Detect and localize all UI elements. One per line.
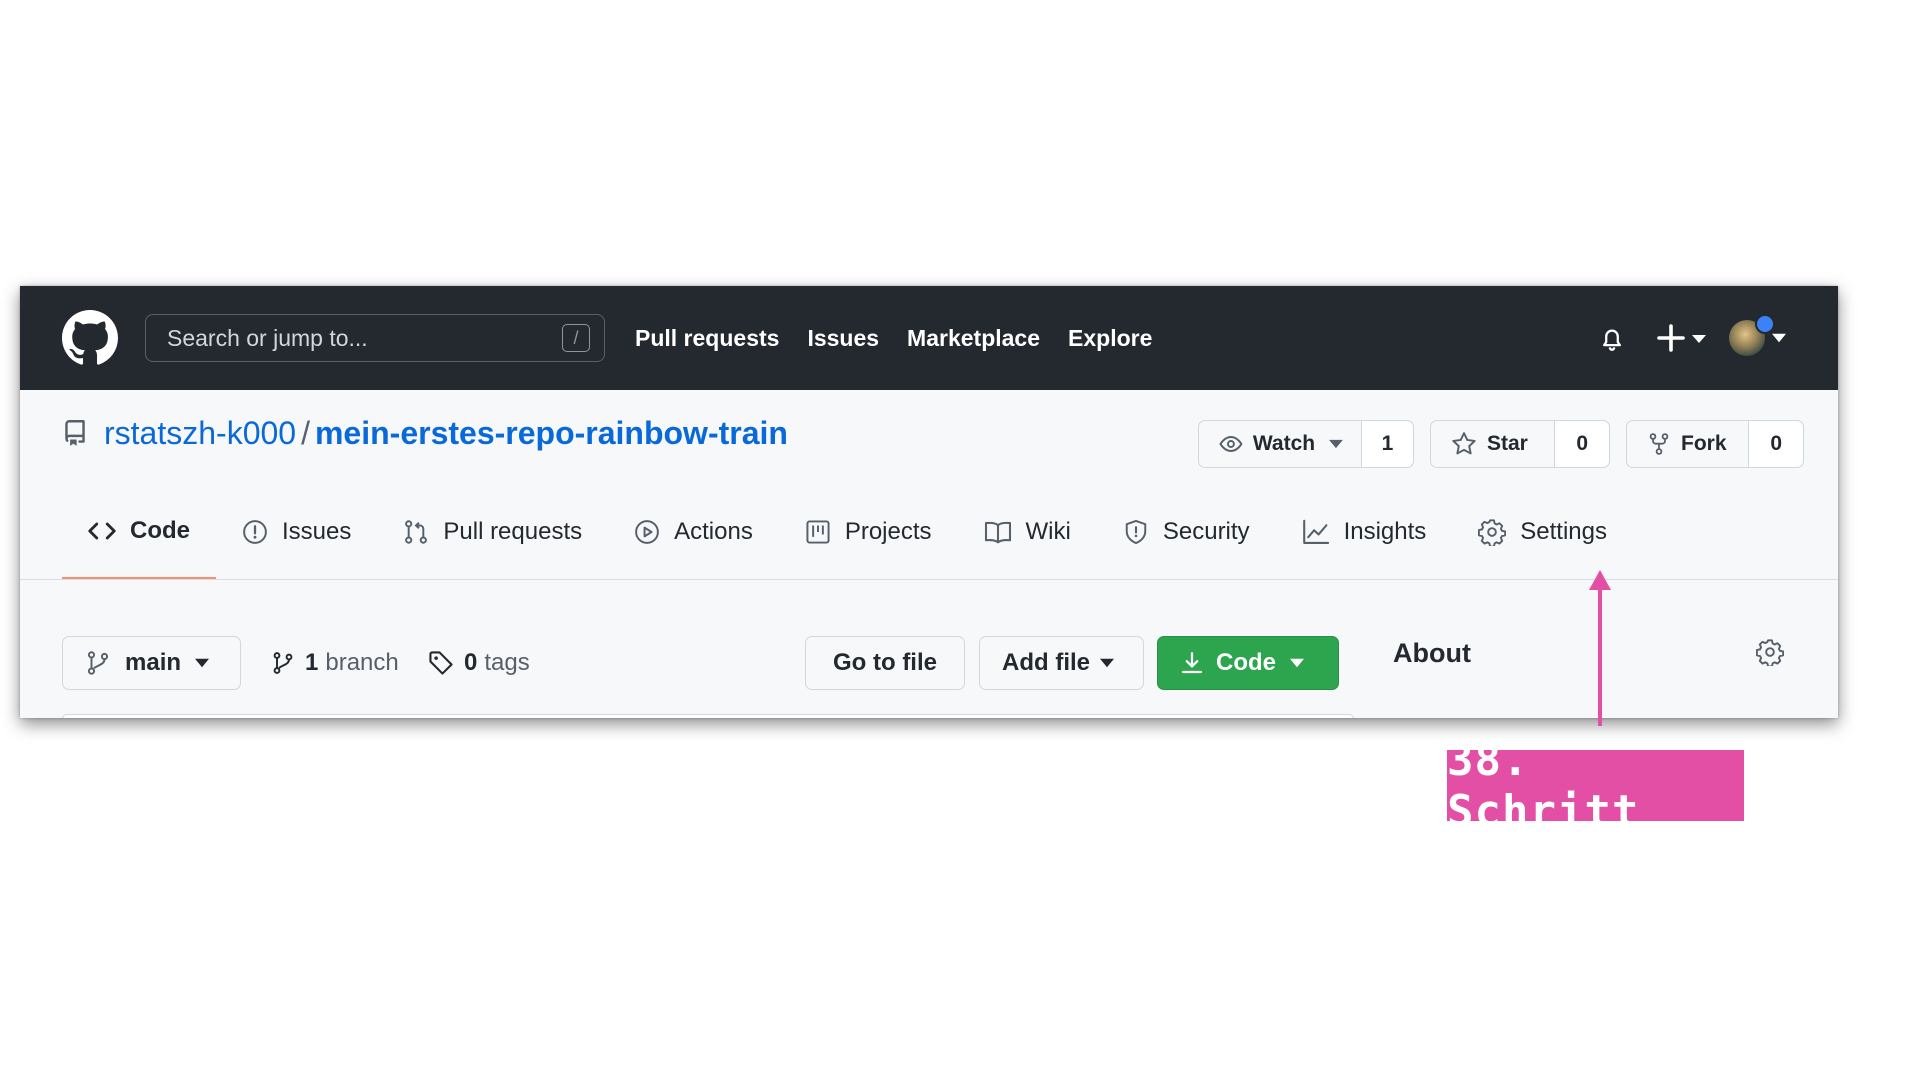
play-icon [635,520,659,544]
add-file-button[interactable]: Add file [979,636,1144,690]
code-button-label: Code [1216,649,1276,676]
add-file-label: Add file [1002,649,1090,676]
git-pull-request-icon [405,520,428,544]
repo-tabs: Code Issues Pull requests Actions Projec… [62,484,1633,580]
repo-title: rstatszh-k000 / mein-erstes-repo-rainbow… [62,411,788,455]
star-icon [1452,432,1476,455]
star-count[interactable]: 0 [1554,421,1609,467]
shield-icon [1125,519,1147,545]
branches-link[interactable]: 1 branch [271,636,399,690]
tab-label: Pull requests [443,518,583,545]
tag-label: tags [484,649,530,676]
eye-icon [1219,436,1243,452]
global-header: / Pull requests Issues Marketplace Explo… [20,286,1838,390]
search-shortcut-key: / [562,324,590,352]
tab-label: Actions [674,518,753,545]
github-repo-screenshot: / Pull requests Issues Marketplace Explo… [20,286,1838,718]
chevron-down-icon [1290,658,1304,668]
tab-label: Wiki [1025,518,1071,545]
chevron-down-icon [1329,439,1343,449]
tab-wiki[interactable]: Wiki [958,484,1097,580]
go-to-file-button[interactable]: Go to file [805,636,965,690]
branch-count: 1 [305,649,319,676]
fork-control: Fork 0 [1626,420,1804,468]
tab-label: Security [1162,518,1250,545]
github-octocat-icon[interactable] [62,310,118,366]
tab-label: Projects [844,518,932,545]
search-box[interactable]: / [145,314,605,362]
watch-count[interactable]: 1 [1361,421,1413,467]
path-separator: / [301,414,310,451]
bell-icon[interactable] [1598,324,1626,354]
tab-code[interactable]: Code [62,484,216,580]
repo-icon [65,420,85,446]
tag-icon [429,651,453,675]
watch-button[interactable]: Watch [1199,421,1361,467]
nav-pull-requests[interactable]: Pull requests [635,325,779,352]
gear-icon[interactable] [1756,638,1784,666]
repo-forked-icon [1649,433,1669,455]
nav-issues[interactable]: Issues [807,325,879,352]
step-label: 38. Schritt [1447,735,1744,837]
global-nav: Pull requests Issues Marketplace Explore [635,286,1180,390]
tag-count: 0 [464,649,478,676]
git-branch-icon [273,652,293,674]
star-label: Star [1487,432,1528,455]
code-download-button[interactable]: Code [1157,636,1339,690]
book-icon [984,521,1011,544]
chevron-down-icon[interactable] [1772,333,1786,343]
star-control: Star 0 [1430,420,1610,468]
download-icon [1181,652,1203,674]
star-button[interactable]: Star [1431,421,1554,467]
search-input[interactable] [146,315,604,361]
nav-marketplace[interactable]: Marketplace [907,325,1040,352]
code-icon [88,522,116,539]
watch-label: Watch [1252,432,1316,455]
git-branch-icon [87,651,109,675]
tabs-divider [20,579,1838,580]
tab-label: Insights [1343,518,1427,545]
branch-selector-button[interactable]: main [62,636,241,690]
status-dot [1755,314,1775,334]
file-list-box [62,714,1354,718]
fork-label: Fork [1681,432,1727,455]
tab-label: Code [130,516,190,544]
plus-icon[interactable] [1656,323,1708,353]
nav-explore[interactable]: Explore [1068,325,1152,352]
branch-label: branch [325,649,399,676]
issue-opened-icon [243,520,267,544]
tab-settings[interactable]: Settings [1452,484,1633,580]
tags-link[interactable]: 0 tags [428,636,530,690]
tab-issues[interactable]: Issues [216,484,377,580]
fork-button[interactable]: Fork [1627,421,1748,467]
chevron-down-icon [195,658,210,668]
chevron-down-icon [1100,658,1114,668]
annotation-arrow [1589,570,1611,726]
repo-name-link[interactable]: mein-erstes-repo-rainbow-train [315,415,788,452]
repo-owner-link[interactable]: rstatszh-k000 [104,415,296,452]
tab-label: Issues [282,518,352,545]
branch-name: main [125,649,182,676]
tab-label: Settings [1520,518,1607,545]
watch-control: Watch 1 [1198,420,1414,468]
project-icon [806,520,830,544]
tab-projects[interactable]: Projects [779,484,958,580]
graph-icon [1302,519,1329,544]
tab-security[interactable]: Security [1097,484,1276,580]
gear-icon [1478,519,1507,546]
tab-pull-requests[interactable]: Pull requests [377,484,608,580]
tab-insights[interactable]: Insights [1276,484,1453,580]
tab-actions[interactable]: Actions [608,484,779,580]
about-heading: About [1393,638,1471,668]
fork-count[interactable]: 0 [1748,421,1803,467]
